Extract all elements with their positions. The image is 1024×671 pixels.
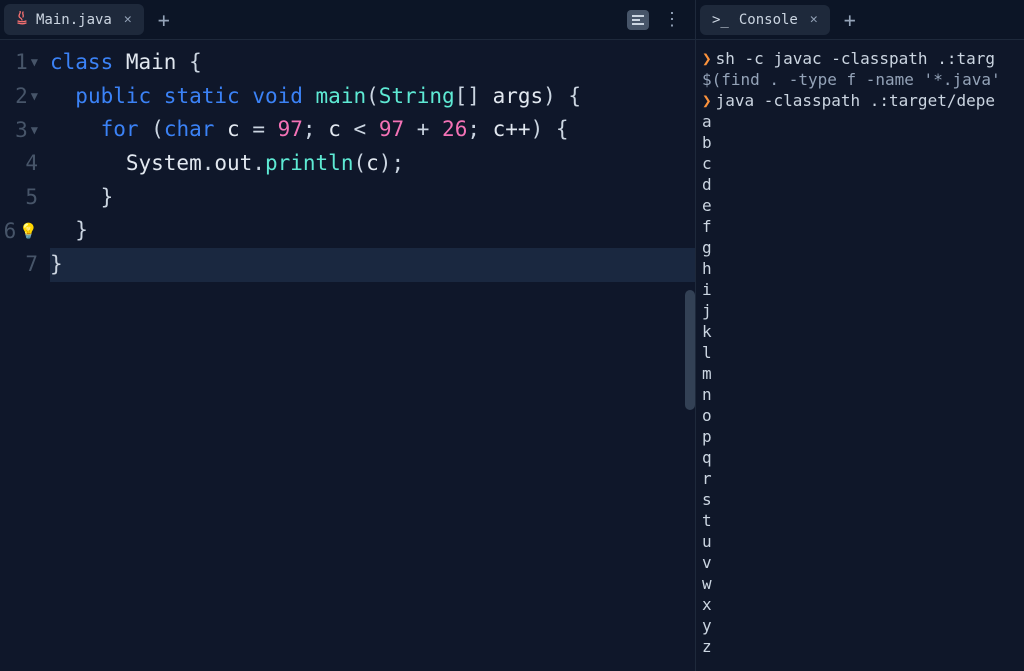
add-tab-button[interactable]: +: [148, 6, 180, 34]
editor-tab-main[interactable]: Main.java ✕: [4, 4, 144, 35]
prompt-icon: ❯: [702, 91, 712, 110]
code-line[interactable]: }: [50, 248, 695, 282]
terminal-icon: >_: [712, 12, 729, 28]
console-tab-title: Console: [739, 12, 798, 28]
console-output-line: u: [702, 531, 1020, 552]
console-pane: >_ Console ✕ + ❯sh -c javac -classpath .…: [695, 0, 1024, 671]
console-output-line: y: [702, 615, 1020, 636]
console-output-line: l: [702, 342, 1020, 363]
console-output-line: w: [702, 573, 1020, 594]
console-output-line: x: [702, 594, 1020, 615]
console-output-line: c: [702, 153, 1020, 174]
line-number: 2: [15, 80, 28, 113]
console-line: ❯sh -c javac -classpath .:targ: [702, 48, 1020, 69]
editor-pane: Main.java ✕ + ⋮ 1▼ 2▼ 3▼ 4 5 6💡 7 class …: [0, 0, 695, 671]
scrollbar[interactable]: [685, 290, 695, 410]
console-output-line: t: [702, 510, 1020, 531]
code-line[interactable]: }: [50, 181, 695, 215]
close-icon[interactable]: ✕: [124, 12, 132, 27]
code-area[interactable]: 1▼ 2▼ 3▼ 4 5 6💡 7 class Main { public st…: [0, 40, 695, 671]
code-line[interactable]: }: [50, 214, 695, 248]
console-tab[interactable]: >_ Console ✕: [700, 5, 830, 35]
console-output-line: e: [702, 195, 1020, 216]
console-content[interactable]: ❯sh -c javac -classpath .:targ $(find . …: [696, 40, 1024, 671]
console-output-line: d: [702, 174, 1020, 195]
editor-tab-filename: Main.java: [36, 12, 112, 28]
console-output-line: f: [702, 216, 1020, 237]
console-output-line: m: [702, 363, 1020, 384]
console-output: abcdefghijklmnopqrstuvwxyz: [702, 111, 1020, 657]
console-output-line: o: [702, 405, 1020, 426]
line-number: 6: [4, 215, 17, 248]
console-output-line: n: [702, 384, 1020, 405]
line-number: 3: [15, 114, 28, 147]
console-output-line: h: [702, 258, 1020, 279]
java-file-icon: [16, 11, 28, 28]
code-line[interactable]: System.out.println(c);: [50, 147, 695, 181]
fold-icon[interactable]: ▼: [31, 80, 38, 113]
console-output-line: a: [702, 111, 1020, 132]
console-output-line: q: [702, 447, 1020, 468]
console-output-line: v: [702, 552, 1020, 573]
console-output-line: i: [702, 279, 1020, 300]
console-output-line: g: [702, 237, 1020, 258]
code-content[interactable]: class Main { public static void main(Str…: [44, 46, 695, 671]
fold-icon[interactable]: ▼: [31, 114, 38, 147]
add-tab-button[interactable]: +: [834, 6, 866, 34]
gutter: 1▼ 2▼ 3▼ 4 5 6💡 7: [0, 46, 44, 671]
console-line: ❯java -classpath .:target/depe: [702, 90, 1020, 111]
line-number: 1: [15, 46, 28, 79]
prompt-icon: ❯: [702, 49, 712, 68]
line-number: 5: [25, 181, 38, 214]
console-output-line: s: [702, 489, 1020, 510]
line-number: 4: [25, 147, 38, 180]
code-line[interactable]: public static void main(String[] args) {: [50, 80, 695, 114]
console-output-line: r: [702, 468, 1020, 489]
console-tab-bar: >_ Console ✕ +: [696, 0, 1024, 40]
code-line[interactable]: for (char c = 97; c < 97 + 26; c++) {: [50, 113, 695, 147]
editor-tab-bar: Main.java ✕ + ⋮: [0, 0, 695, 40]
lightbulb-icon[interactable]: 💡: [19, 215, 38, 248]
format-icon[interactable]: [627, 10, 649, 30]
fold-icon[interactable]: ▼: [31, 46, 38, 79]
console-output-line: p: [702, 426, 1020, 447]
editor-tab-bar-right: ⋮: [627, 10, 691, 30]
console-output-line: z: [702, 636, 1020, 657]
console-line: $(find . -type f -name '*.java': [702, 69, 1020, 90]
close-icon[interactable]: ✕: [810, 12, 818, 27]
code-line[interactable]: class Main {: [50, 46, 695, 80]
console-output-line: k: [702, 321, 1020, 342]
line-number: 7: [25, 248, 38, 281]
console-output-line: b: [702, 132, 1020, 153]
menu-dots-icon[interactable]: ⋮: [663, 11, 681, 29]
console-output-line: j: [702, 300, 1020, 321]
